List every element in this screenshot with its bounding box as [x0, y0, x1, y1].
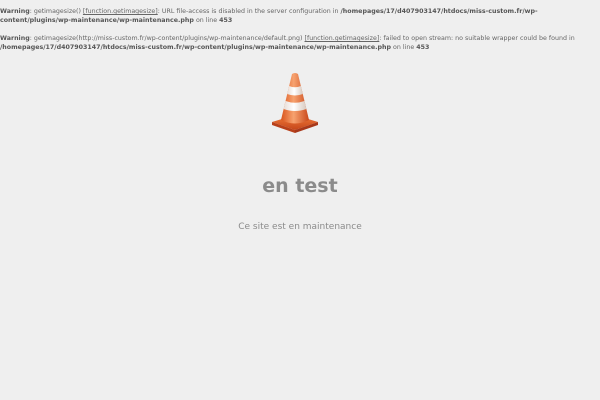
warning-line-label: on line — [391, 44, 417, 51]
page-title: en test — [262, 175, 338, 197]
warning-level: Warning — [0, 35, 30, 42]
php-warning: Warning: getimagesize() [function.getima… — [0, 7, 598, 25]
function-doc-link[interactable]: [function.getimagesize] — [83, 8, 158, 15]
warning-line-number: 453 — [219, 17, 233, 24]
warning-level: Warning — [0, 8, 30, 15]
warning-line-label: on line — [193, 17, 220, 24]
function-doc-link[interactable]: [function.getimagesize] — [305, 35, 380, 42]
traffic-cone-icon — [268, 72, 322, 134]
php-warning: Warning: getimagesize(http://miss-custom… — [0, 34, 598, 52]
warning-file-path: /homepages/17/d407903147/htdocs/miss-cus… — [0, 44, 392, 51]
maintenance-message: Ce site est en maintenance — [238, 222, 362, 232]
warning-message: : URL file-access is disabled in the ser… — [157, 8, 341, 15]
warning-line-number: 453 — [416, 44, 430, 51]
maintenance-page: Warning: getimagesize() [function.getima… — [0, 0, 600, 400]
warning-function: : getimagesize(http://miss-custom.fr/wp-… — [29, 35, 305, 42]
warning-function: : getimagesize() — [29, 8, 83, 15]
warning-message: : failed to open stream: no suitable wra… — [379, 35, 575, 42]
